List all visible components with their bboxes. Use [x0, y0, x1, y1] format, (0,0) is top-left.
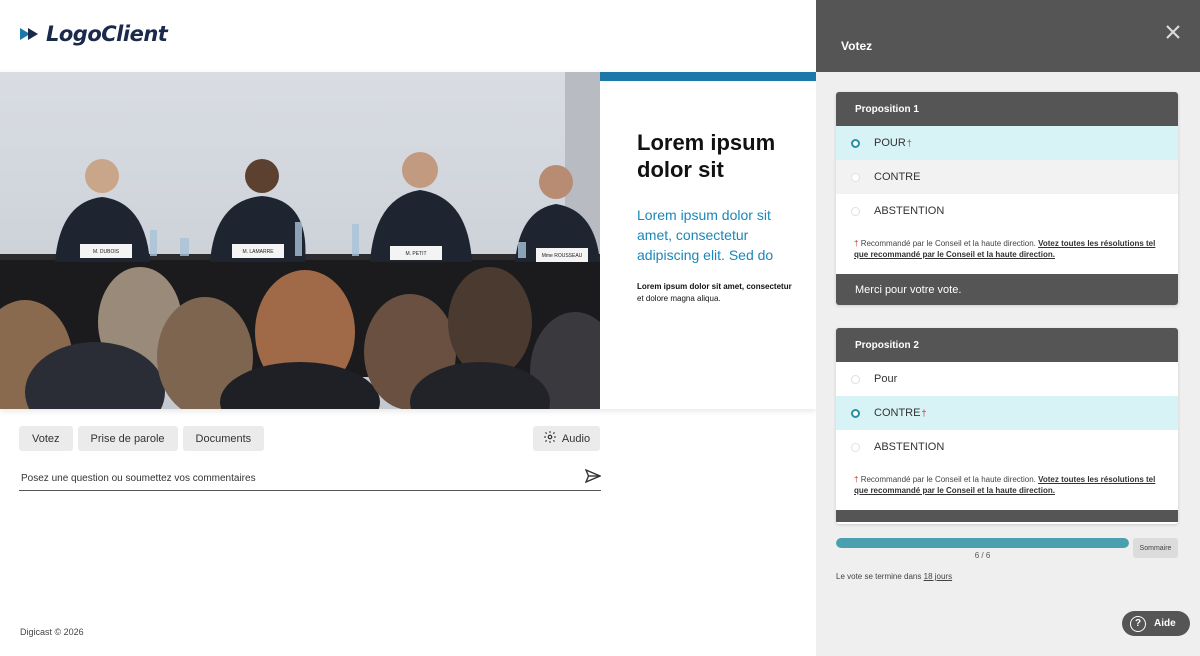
radio-unselected[interactable]	[851, 206, 860, 216]
card-footer-bar	[836, 510, 1178, 522]
slide-body-bold: Lorem ipsum dolor sit amet, consectetur	[637, 282, 792, 291]
video-stage: M. DUBOIS M. LAMARRE M. PETIT Mme ROUSSE…	[0, 72, 816, 409]
help-button[interactable]: ? Aide	[1122, 611, 1190, 636]
audio-button[interactable]: Audio	[533, 426, 600, 451]
vote-deadline: Le vote se termine dans 18 jours	[836, 572, 952, 581]
option-label: CONTRE	[874, 407, 921, 419]
vote-panel: Votez Proposition 1 POUR † CONTRE ABSTENT…	[816, 0, 1200, 656]
gear-icon	[543, 430, 557, 447]
option-label: ABSTENTION	[874, 441, 945, 453]
deadline-text: Le vote se termine dans	[836, 572, 922, 581]
logo-arrow-icon	[20, 26, 42, 42]
recommendation-note: † Recommandé par le Conseil et la haute …	[836, 228, 1178, 274]
help-label: Aide	[1154, 618, 1176, 629]
slide-body-rest: et dolore magna aliqua.	[637, 294, 721, 303]
vote-confirmation: Merci pour votre vote.	[836, 274, 1178, 305]
tab-prise-de-parole[interactable]: Prise de parole	[77, 426, 178, 451]
option-label: ABSTENTION	[874, 205, 945, 217]
panel-header: Votez	[816, 0, 1200, 72]
option-abstention[interactable]: ABSTENTION	[836, 430, 1178, 464]
summary-button[interactable]: Sommaire	[1133, 538, 1178, 558]
vote-progress-fill	[836, 538, 1129, 548]
recommended-dagger-icon: †	[854, 475, 859, 484]
vote-count: 6 / 6	[974, 551, 991, 560]
logo-text: LogoClient	[46, 22, 168, 46]
proposition-card-1: Proposition 1 POUR † CONTRE ABSTENTION † …	[836, 92, 1178, 305]
recommendation-text: Recommandé par le Conseil et la haute di…	[860, 239, 1036, 248]
option-pour[interactable]: POUR †	[836, 126, 1178, 160]
slide-body: Lorem ipsum dolor sit amet, consectetur …	[637, 281, 792, 305]
proposition-card-2: Proposition 2 Pour CONTRE † ABSTENTION † …	[836, 328, 1178, 524]
tab-documents[interactable]: Documents	[182, 426, 265, 451]
radio-unselected[interactable]	[851, 172, 860, 182]
deadline-link[interactable]: 18 jours	[924, 572, 952, 581]
radio-unselected[interactable]	[851, 442, 860, 452]
slide-title: Lorem ipsum dolor sit	[637, 130, 776, 182]
proposition-title: Proposition 2	[836, 328, 1178, 362]
option-label: CONTRE	[874, 171, 921, 183]
tab-votez[interactable]: Votez	[19, 426, 73, 451]
send-icon[interactable]	[584, 468, 602, 488]
action-tabs: Votez Prise de parole Documents	[19, 426, 265, 451]
question-bar	[19, 466, 602, 491]
option-label: POUR	[874, 137, 906, 149]
nameplate-1: M. DUBOIS	[93, 249, 120, 255]
radio-selected[interactable]	[851, 408, 860, 418]
proposition-title: Proposition 1	[836, 92, 1178, 126]
close-icon[interactable]	[1166, 22, 1180, 45]
nameplate-2: M. LAMARRE	[242, 249, 274, 255]
panel-title: Votez	[841, 39, 873, 53]
radio-selected[interactable]	[851, 138, 860, 148]
option-pour[interactable]: Pour	[836, 362, 1178, 396]
recommendation-note: † Recommandé par le Conseil et la haute …	[836, 464, 1178, 510]
option-contre[interactable]: CONTRE †	[836, 396, 1178, 430]
question-input[interactable]	[21, 472, 561, 484]
radio-unselected[interactable]	[851, 374, 860, 384]
vote-progress-bar	[836, 538, 1129, 548]
recommended-dagger-icon: †	[854, 239, 859, 248]
presentation-slide: Lorem ipsum dolor sit Lorem ipsum dolor …	[600, 72, 816, 409]
help-icon: ?	[1130, 615, 1146, 632]
footer-copyright: Digicast © 2026	[20, 627, 84, 637]
slide-subtitle: Lorem ipsum dolor sit amet, consectetur …	[637, 207, 774, 263]
option-abstention[interactable]: ABSTENTION	[836, 194, 1178, 228]
nameplate-3: M. PETIT	[405, 251, 426, 257]
nameplate-4: Mme ROUSSEAU	[542, 253, 583, 259]
client-logo: LogoClient	[20, 22, 168, 46]
option-contre[interactable]: CONTRE	[836, 160, 1178, 194]
audio-label: Audio	[561, 432, 591, 445]
conference-photo: M. DUBOIS M. LAMARRE M. PETIT Mme ROUSSE…	[0, 72, 600, 409]
option-label: Pour	[874, 373, 898, 385]
recommendation-text: Recommandé par le Conseil et la haute di…	[860, 475, 1036, 484]
